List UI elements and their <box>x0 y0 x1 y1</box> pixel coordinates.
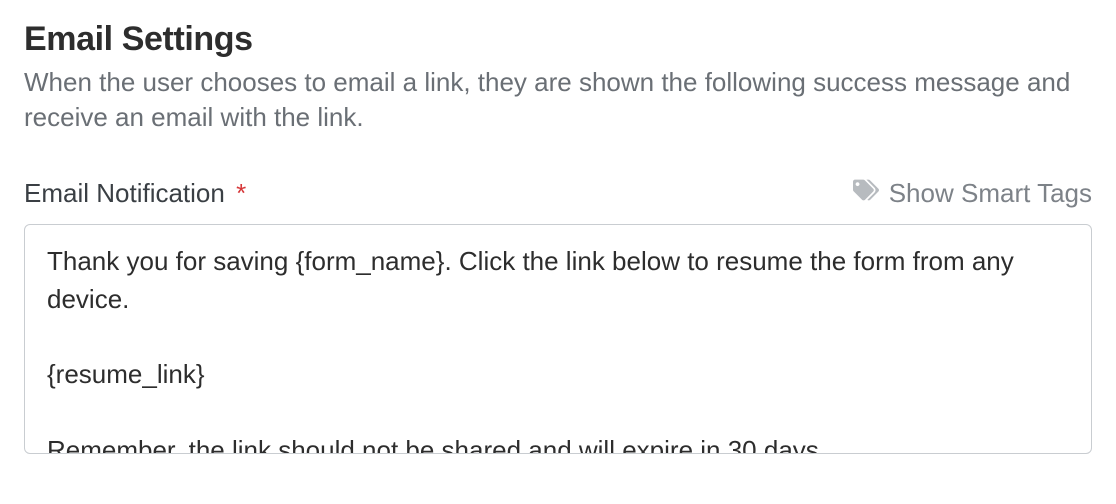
section-title: Email Settings <box>24 20 1092 59</box>
field-header: Email Notification * Show Smart Tags <box>24 177 1092 210</box>
section-description: When the user chooses to email a link, t… <box>24 65 1084 135</box>
show-smart-tags-label: Show Smart Tags <box>889 178 1092 209</box>
email-notification-textarea[interactable] <box>24 224 1092 454</box>
required-marker: * <box>236 178 246 208</box>
tag-icon <box>853 177 879 210</box>
email-notification-label: Email Notification * <box>24 178 246 209</box>
field-label-text: Email Notification <box>24 178 225 208</box>
show-smart-tags-button[interactable]: Show Smart Tags <box>853 177 1092 210</box>
